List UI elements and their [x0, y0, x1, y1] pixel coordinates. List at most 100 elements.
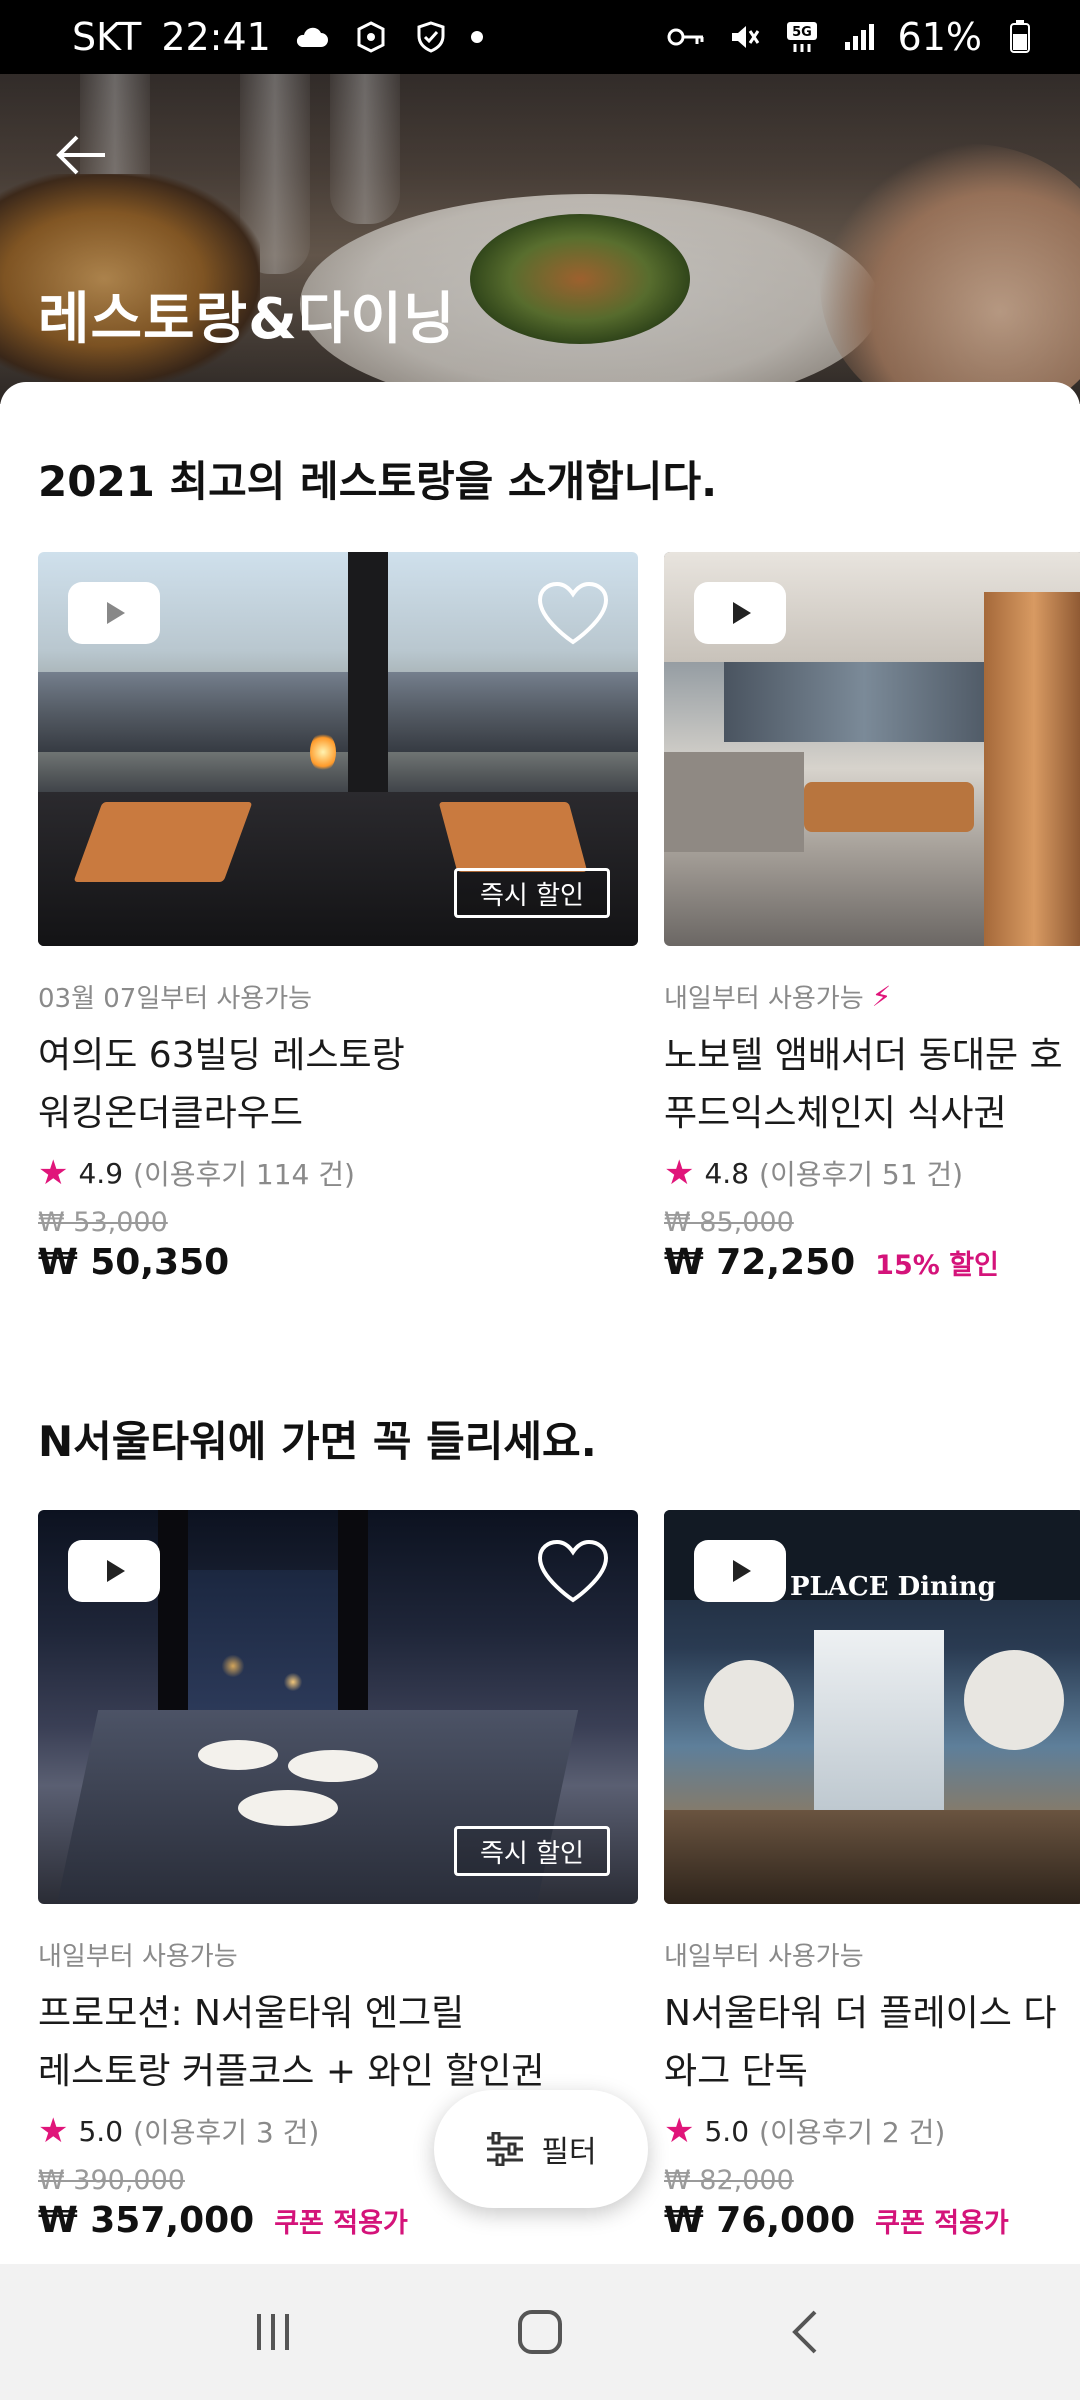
- original-price: ₩ 85,000: [664, 1207, 794, 1238]
- recent-apps-icon: [257, 2314, 290, 2350]
- plate-poster-decoration: [964, 1650, 1064, 1750]
- key-icon: [666, 17, 706, 57]
- cloud-icon: [291, 17, 331, 57]
- video-play-button[interactable]: [68, 582, 160, 644]
- back-nav-button[interactable]: [767, 2292, 847, 2372]
- video-play-button[interactable]: [694, 1540, 786, 1602]
- review-count: (이용후기 51 건): [759, 1158, 964, 1191]
- hero-banner: 레스토랑&다이닝: [0, 74, 1080, 404]
- availability-text: 내일부터 사용가능: [664, 984, 864, 1014]
- product-image[interactable]: 즉시 할인: [38, 552, 638, 946]
- entrance-decoration: [814, 1630, 944, 1830]
- rating-value: 5.0: [78, 2114, 124, 2148]
- product-name[interactable]: 노보텔 앰배서더 동대문 호 푸드익스체인지 식사권: [664, 1027, 1080, 1143]
- heart-icon: [537, 581, 609, 645]
- product-card[interactable]: 즉시 할인 03월 07일부터 사용가능 여의도 63빌딩 레스토랑 워킹온더클…: [38, 552, 638, 1283]
- recent-apps-button[interactable]: [233, 2292, 313, 2372]
- product-name[interactable]: 여의도 63빌딩 레스토랑 워킹온더클라우드: [38, 1027, 638, 1143]
- carrier-label: SKT: [72, 15, 142, 59]
- window-frame-decoration: [158, 1510, 188, 1740]
- system-nav-bar: [0, 2264, 1080, 2400]
- product-card[interactable]: 내일부터 사용가능 ⚡ 노보텔 앰배서더 동대문 호 푸드익스체인지 식사권 ★…: [664, 552, 1080, 1283]
- availability-text: 03월 07일부터 사용가능: [38, 984, 313, 1014]
- home-icon: [517, 2310, 562, 2354]
- original-price: ₩ 53,000: [38, 1207, 168, 1238]
- instant-discount-badge: 즉시 할인: [454, 868, 610, 918]
- product-image[interactable]: [664, 552, 1080, 946]
- sale-price: ₩ 76,000: [664, 2200, 856, 2241]
- price-row: ₩ 76,000 쿠폰 적용가: [664, 2200, 1080, 2241]
- store-sign: PLACE Dining: [790, 1572, 996, 1602]
- napkin-decoration: [438, 802, 588, 872]
- product-name-line1: 노보텔 앰배서더 동대문 호: [664, 1035, 1063, 1076]
- product-name-line1: 프로모션: N서울타워 엔그릴: [38, 1993, 465, 2034]
- rating-value: 4.9: [78, 1156, 124, 1190]
- video-play-button[interactable]: [694, 582, 786, 644]
- counter-decoration: [664, 752, 804, 852]
- package-icon: [351, 17, 391, 57]
- home-button[interactable]: [500, 2292, 580, 2372]
- sale-price: ₩ 357,000: [38, 2200, 255, 2241]
- time-label: 22:41: [161, 15, 271, 59]
- star-icon: ★: [664, 1153, 695, 1193]
- product-image[interactable]: 즉시 할인: [38, 1510, 638, 1904]
- favorite-button[interactable]: [536, 1538, 610, 1604]
- product-name[interactable]: 프로모션: N서울타워 엔그릴 레스토랑 커플코스 + 와인 할인권: [38, 1985, 638, 2101]
- svg-text:5G: 5G: [792, 25, 812, 40]
- deck-floor-decoration: [664, 1810, 1080, 1904]
- video-play-button[interactable]: [68, 1540, 160, 1602]
- back-button[interactable]: [46, 120, 116, 190]
- section-title: N서울타워에 가면 꼭 들리세요.: [38, 1417, 597, 1466]
- favorite-button[interactable]: [536, 580, 610, 646]
- price-row: ₩ 72,250 15% 할인: [664, 1242, 1080, 1283]
- plate-decoration: [288, 1750, 378, 1782]
- availability-label: 내일부터 사용가능: [664, 1936, 1080, 1973]
- napkin-decoration: [73, 802, 253, 882]
- product-name-line2: 워킹온더클라우드: [38, 1093, 303, 1134]
- discount-label: 쿠폰 적용가: [274, 2208, 408, 2239]
- mute-icon: [724, 17, 764, 57]
- chairs-decoration: [804, 782, 974, 832]
- review-count: (이용후기 2 건): [759, 2116, 946, 2149]
- play-icon: [107, 1560, 125, 1582]
- rating-row: ★ 5.0 (이용후기 2 건): [664, 2111, 1080, 2151]
- rating-row: ★ 4.8 (이용후기 51 건): [664, 1153, 1080, 1193]
- play-icon: [733, 602, 751, 624]
- heart-icon: [537, 1539, 609, 1603]
- plate-poster-decoration: [704, 1660, 794, 1750]
- rating-value: 4.8: [704, 1156, 750, 1190]
- page-title: 레스토랑&다이닝: [38, 287, 456, 352]
- review-count: (이용후기 114 건): [133, 1158, 355, 1191]
- product-name[interactable]: N서울타워 더 플레이스 다 와그 단독: [664, 1985, 1080, 2101]
- window-decoration: [724, 662, 1004, 742]
- product-image[interactable]: PLACE Dining: [664, 1510, 1080, 1904]
- star-icon: ★: [664, 2111, 695, 2151]
- instant-discount-badge: 즉시 할인: [454, 1826, 610, 1876]
- city-lights-decoration: [188, 1570, 338, 1730]
- star-icon: ★: [38, 2111, 69, 2151]
- back-arrow-icon: [56, 135, 105, 175]
- candle-decoration: [310, 732, 336, 772]
- discount-label: 15% 할인: [875, 1250, 999, 1281]
- plate-decoration: [238, 1790, 338, 1826]
- review-count: (이용후기 3 건): [133, 2116, 320, 2149]
- 5g-icon: 5G: [782, 17, 822, 57]
- product-name-line1: N서울타워 더 플레이스 다: [664, 1993, 1057, 2034]
- status-bar: SKT 22:41 5G 61%: [0, 0, 1080, 74]
- sliders-icon: [487, 2132, 524, 2166]
- back-icon: [791, 2310, 817, 2354]
- section-title: 2021 최고의 레스토랑을 소개합니다.: [38, 457, 718, 506]
- filter-label: 필터: [541, 2135, 597, 2170]
- battery-icon: [1000, 17, 1040, 57]
- product-card[interactable]: PLACE Dining 내일부터 사용가능 N서울타워 더 플레이스 다 와그…: [664, 1510, 1080, 2241]
- availability-text: 내일부터 사용가능: [664, 1942, 864, 1972]
- play-icon: [107, 602, 125, 624]
- price-row: ₩ 50,350: [38, 1242, 638, 1283]
- product-name-line1: 여의도 63빌딩 레스토랑: [38, 1035, 405, 1076]
- original-price: ₩ 82,000: [664, 2165, 794, 2196]
- product-name-line2: 푸드익스체인지 식사권: [664, 1093, 1007, 1134]
- shield-check-icon: [411, 17, 451, 57]
- filter-button[interactable]: 필터: [434, 2090, 648, 2208]
- notification-dot: [470, 31, 483, 43]
- city-skyline-decoration: [38, 672, 638, 752]
